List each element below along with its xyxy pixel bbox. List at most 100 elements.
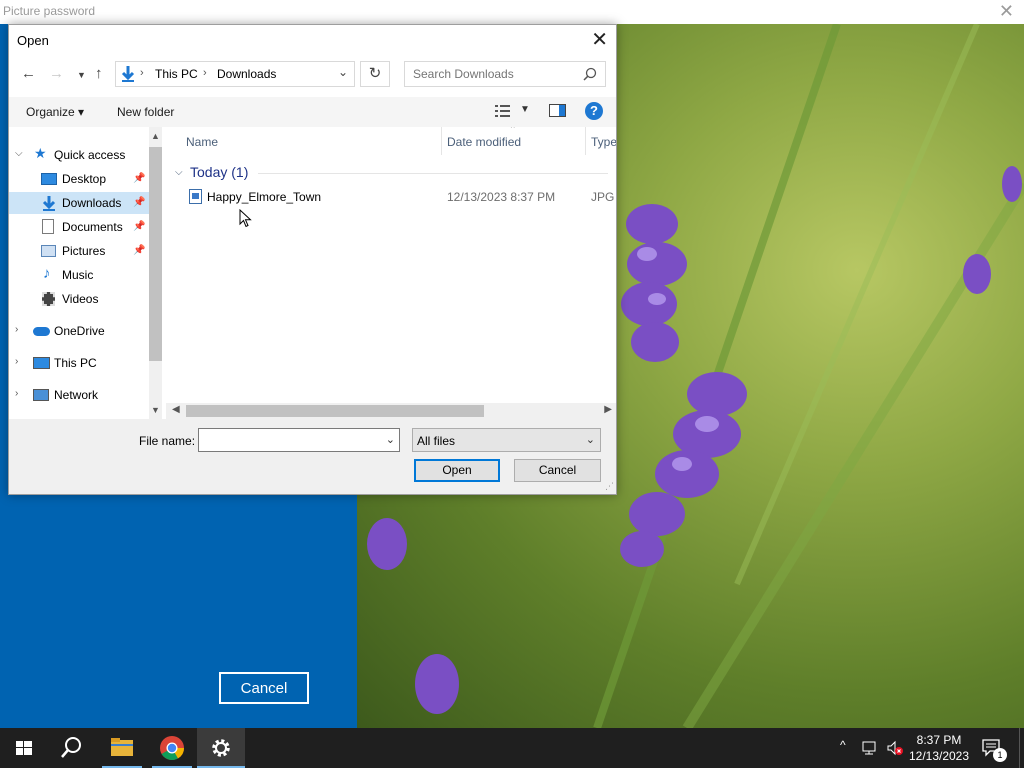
expand-chevron-icon[interactable]: ⌵ xyxy=(15,148,23,159)
forward-arrow-icon[interactable]: → xyxy=(49,65,64,82)
picture-password-titlebar: Picture password ✕ xyxy=(0,0,1024,24)
nav-network[interactable]: › Network xyxy=(9,384,149,406)
file-name[interactable]: Happy_Elmore_Town xyxy=(207,190,321,204)
network-status-icon[interactable] xyxy=(862,740,880,756)
picture-password-cancel-button[interactable]: Cancel xyxy=(219,672,309,704)
windows-logo-icon xyxy=(16,741,32,755)
nav-item-pictures[interactable]: Pictures 📌 xyxy=(9,240,149,262)
address-dropdown-chevron-icon[interactable]: ⌄ xyxy=(338,65,348,79)
search-box[interactable] xyxy=(404,61,606,87)
back-arrow-icon[interactable]: ← xyxy=(21,65,36,82)
scroll-up-icon[interactable]: ▲ xyxy=(151,131,160,141)
nav-network-label: Network xyxy=(54,388,99,402)
desktop-icon xyxy=(41,173,57,185)
nav-item-label: Downloads xyxy=(62,196,122,210)
pin-icon: 📌 xyxy=(133,245,146,256)
breadcrumb-downloads[interactable]: Downloads xyxy=(217,67,276,81)
nav-scroll-thumb[interactable] xyxy=(149,147,162,361)
nav-quick-access-label: Quick access xyxy=(54,148,126,162)
file-type-select[interactable]: All files ⌄ xyxy=(412,428,601,452)
dialog-title: Open xyxy=(17,33,49,48)
breadcrumb-separator-icon: › xyxy=(140,67,144,79)
nav-item-documents[interactable]: Documents 📌 xyxy=(9,216,149,238)
settings-taskbar-button[interactable] xyxy=(197,728,245,768)
chrome-icon xyxy=(160,736,184,761)
nav-quick-access[interactable]: ⌵ ★ Quick access xyxy=(9,144,149,166)
nav-item-music[interactable]: ♪ Music xyxy=(9,264,149,286)
nav-item-label: Documents xyxy=(62,220,123,234)
nav-item-videos[interactable]: Videos xyxy=(9,288,149,310)
view-dropdown-icon[interactable]: ▼ xyxy=(520,104,530,115)
file-name-dropdown-icon[interactable]: ⌄ xyxy=(386,433,395,446)
chrome-taskbar-button[interactable] xyxy=(148,728,196,768)
cancel-button[interactable]: Cancel xyxy=(514,459,601,482)
breadcrumb-separator-icon: › xyxy=(203,67,207,79)
column-divider[interactable] xyxy=(441,127,442,155)
new-folder-button[interactable]: New folder xyxy=(117,105,174,119)
organize-button[interactable]: Organize ▾ xyxy=(26,105,84,119)
horizontal-scrollbar[interactable]: ◀ ▶ xyxy=(166,403,616,419)
up-arrow-icon[interactable]: ↑ xyxy=(95,65,103,82)
preview-pane-icon[interactable] xyxy=(549,104,567,118)
search-icon[interactable] xyxy=(583,67,597,81)
scroll-down-icon[interactable]: ▼ xyxy=(151,405,160,415)
file-row[interactable]: Happy_Elmore_Town 12/13/2023 8:37 PM JPG… xyxy=(166,185,616,207)
scroll-left-icon[interactable]: ◀ xyxy=(172,404,180,415)
file-explorer-taskbar-button[interactable] xyxy=(98,728,146,768)
recent-locations-chevron-icon[interactable]: ▼ xyxy=(77,70,86,80)
picture-password-close-icon[interactable]: ✕ xyxy=(999,1,1014,22)
view-options-icon[interactable] xyxy=(495,104,511,118)
dialog-close-icon[interactable]: ✕ xyxy=(591,27,608,52)
music-icon: ♪ xyxy=(43,265,51,282)
show-hidden-icons-chevron-icon[interactable]: ^ xyxy=(840,738,846,752)
column-divider[interactable] xyxy=(585,127,586,155)
nav-item-label: Music xyxy=(62,268,94,282)
gear-icon xyxy=(212,739,230,757)
nav-item-downloads[interactable]: Downloads 📌 xyxy=(9,192,149,214)
expand-chevron-icon[interactable]: › xyxy=(15,356,18,367)
file-list: Name Date modified ⌃ Type ⌵ Today (1) Ha… xyxy=(166,127,616,419)
horizontal-scroll-thumb[interactable] xyxy=(186,405,484,417)
column-header-type[interactable]: Type xyxy=(591,135,616,149)
organize-label: Organize xyxy=(26,105,75,119)
show-desktop-button[interactable] xyxy=(1019,728,1024,768)
file-type: JPG F xyxy=(591,190,616,204)
clock-date[interactable]: 12/13/2023 xyxy=(905,749,973,763)
search-taskbar-button[interactable] xyxy=(48,728,96,768)
expand-chevron-icon[interactable]: › xyxy=(15,324,18,335)
computer-icon xyxy=(33,357,50,369)
taskbar: ^ 8:37 PM 12/13/2023 1 xyxy=(0,728,1024,768)
volume-muted-icon[interactable] xyxy=(886,740,904,756)
file-type-value: All files xyxy=(417,434,456,448)
file-name-input[interactable]: ⌄ xyxy=(198,428,400,452)
group-header-today[interactable]: Today (1) xyxy=(190,164,248,180)
start-button[interactable] xyxy=(0,728,48,768)
search-input[interactable] xyxy=(406,63,576,85)
nav-vertical-scrollbar[interactable]: ▲ ▼ xyxy=(149,127,162,419)
column-header-date-modified[interactable]: Date modified xyxy=(447,135,521,149)
expand-chevron-icon[interactable]: › xyxy=(15,388,18,399)
open-button[interactable]: Open xyxy=(414,459,500,482)
nav-onedrive[interactable]: › OneDrive xyxy=(9,320,149,342)
group-collapse-chevron-icon[interactable]: ⌵ xyxy=(175,167,183,178)
command-toolbar: Organize ▾ New folder ▼ ? xyxy=(9,97,616,127)
documents-icon xyxy=(42,219,54,234)
clock-time[interactable]: 8:37 PM xyxy=(911,733,967,747)
pictures-icon xyxy=(41,245,56,257)
resize-grip-icon[interactable]: ⋰ xyxy=(605,481,614,492)
refresh-button[interactable]: ↻ xyxy=(360,61,390,87)
help-icon[interactable]: ? xyxy=(585,102,603,120)
nav-item-label: Desktop xyxy=(62,172,107,186)
picture-password-title: Picture password xyxy=(3,4,96,18)
column-header-name[interactable]: Name xyxy=(186,135,218,149)
address-bar[interactable]: › This PC › Downloads ⌄ xyxy=(115,61,355,87)
dialog-footer: File name: ⌄ All files ⌄ Open Cancel ⋰ xyxy=(9,419,616,494)
scroll-right-icon[interactable]: ▶ xyxy=(604,404,612,415)
organize-chevron-icon: ▾ xyxy=(78,105,85,119)
breadcrumb-this-pc[interactable]: This PC xyxy=(155,67,198,81)
image-file-icon xyxy=(189,189,202,204)
nav-item-desktop[interactable]: Desktop 📌 xyxy=(9,168,149,190)
nav-this-pc[interactable]: › This PC xyxy=(9,352,149,374)
pin-icon: 📌 xyxy=(133,173,146,184)
file-type-dropdown-icon[interactable]: ⌄ xyxy=(586,433,595,446)
